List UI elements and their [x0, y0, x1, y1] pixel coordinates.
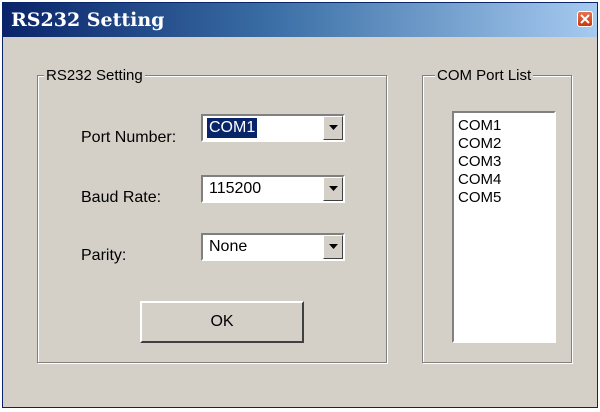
chevron-down-icon	[329, 186, 338, 191]
baud-rate-select[interactable]: 115200	[201, 175, 345, 203]
list-item[interactable]: COM2	[458, 135, 554, 153]
list-item[interactable]: COM4	[458, 171, 554, 189]
rs232-setting-dialog: RS232 Setting RS232 Setting Port Number:…	[2, 2, 598, 408]
chevron-down-icon	[329, 125, 338, 130]
ok-button[interactable]: OK	[140, 301, 304, 343]
chevron-down-icon	[329, 244, 338, 249]
close-button[interactable]	[577, 11, 593, 27]
baud-rate-dropdown-button[interactable]	[323, 177, 343, 201]
port-number-select[interactable]: COM1	[201, 114, 345, 142]
com-port-listbox[interactable]: COM1 COM2 COM3 COM4 COM5	[452, 111, 556, 343]
port-number-value: COM1	[207, 118, 258, 138]
port-number-label: Port Number:	[81, 129, 177, 146]
parity-value: None	[209, 238, 248, 255]
com-port-list-legend: COM Port List	[435, 67, 534, 84]
list-item[interactable]: COM1	[458, 117, 554, 135]
parity-dropdown-button[interactable]	[323, 235, 343, 259]
list-item[interactable]: COM3	[458, 153, 554, 171]
port-number-dropdown-button[interactable]	[323, 116, 343, 140]
parity-label: Parity:	[81, 247, 127, 264]
window-title: RS232 Setting	[11, 9, 165, 31]
title-bar[interactable]: RS232 Setting	[3, 3, 597, 37]
parity-select[interactable]: None	[201, 233, 345, 261]
rs232-setting-legend: RS232 Setting	[44, 67, 145, 84]
list-item[interactable]: COM5	[458, 189, 554, 207]
baud-rate-label: Baud Rate:	[81, 189, 162, 206]
baud-rate-value: 115200	[209, 180, 262, 197]
close-icon	[580, 14, 590, 24]
